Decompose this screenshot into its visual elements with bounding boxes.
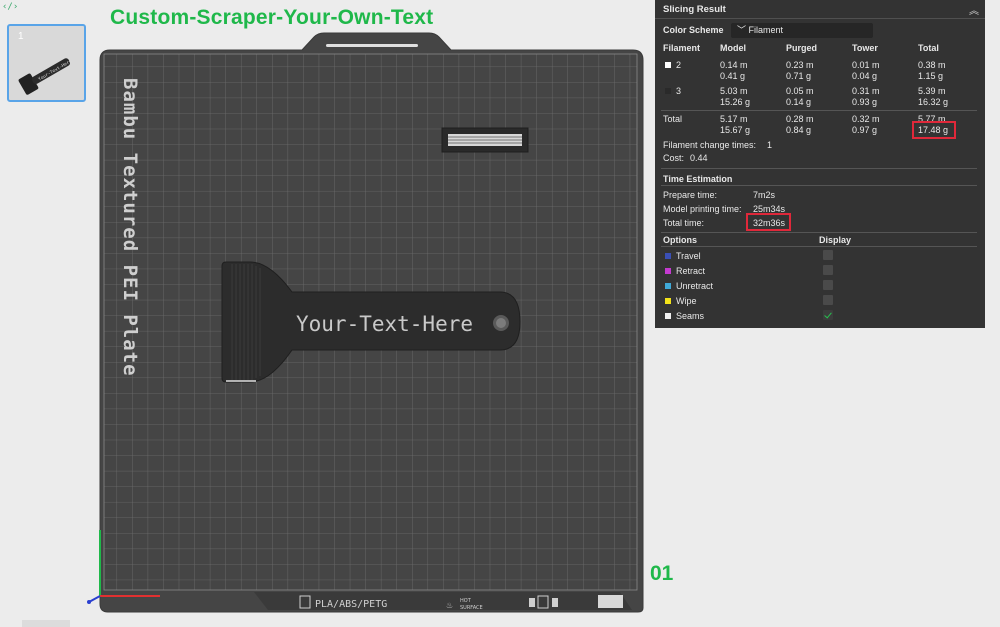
option-wipe-label: Wipe: [676, 296, 697, 306]
cell: 5.03 m: [720, 86, 748, 96]
plate-material-label: PLA/ABS/PETG: [315, 599, 387, 610]
option-unretract-label: Unretract: [676, 281, 714, 291]
bed-name-label: Bambu Textured PEI Plate: [119, 78, 141, 377]
cell: 0.23 m: [786, 60, 814, 70]
retract-swatch: [665, 268, 671, 274]
option-unretract-checkbox[interactable]: [823, 280, 833, 290]
scraper-thumbnail-icon: Your-Text-Here: [18, 58, 73, 95]
cell: 5.17 m: [720, 114, 748, 124]
travel-swatch: [665, 253, 671, 259]
cost-value: 0.44: [690, 153, 708, 163]
filament-2-swatch: [665, 62, 671, 68]
cell: 15.67 g: [720, 125, 751, 135]
seams-swatch: [665, 313, 671, 319]
cell: 0.28 m: [786, 114, 814, 124]
panel-title: Slicing Result: [663, 3, 726, 15]
divider: [661, 246, 977, 247]
option-seams-checkbox[interactable]: [823, 310, 833, 320]
plate-thumbnail[interactable]: 1 Your-Text-Here: [7, 24, 86, 102]
option-retract-label: Retract: [676, 266, 706, 276]
filament-2-id: 2: [676, 60, 682, 70]
display-title: Display: [819, 235, 852, 245]
cell: 0.31 m: [852, 86, 880, 96]
option-travel-label: Travel: [676, 251, 701, 261]
cell: 0.32 m: [852, 114, 880, 124]
cell: 0.14 m: [720, 60, 748, 70]
totals-label: Total: [663, 114, 683, 124]
filament-3-swatch: [665, 88, 671, 94]
cell: 0.05 m: [786, 86, 814, 96]
time-estimation-title: Time Estimation: [663, 174, 733, 184]
header-model: Model: [720, 43, 746, 53]
color-scheme-value: Filament: [748, 25, 784, 35]
hot-label: HOT: [460, 598, 472, 604]
option-seams-label: Seams: [676, 311, 705, 321]
filament-change-label: Filament change times:: [663, 140, 757, 150]
divider: [661, 232, 977, 233]
header-purged: Purged: [786, 43, 818, 53]
slicing-result-panel: Slicing Result ︽ Color Scheme ﹀ Filament…: [655, 0, 985, 328]
warning-icon-1: [529, 598, 535, 607]
wipe-swatch: [665, 298, 671, 304]
total-time-highlight: [746, 213, 791, 231]
color-scheme-label: Color Scheme: [663, 25, 724, 35]
build-plate[interactable]: PLA/ABS/PETG HOT SURFACE ♨ Bambu Texture…: [80, 30, 650, 615]
color-scheme-dropdown[interactable]: ﹀ Filament: [731, 23, 873, 38]
option-wipe-checkbox[interactable]: [823, 295, 833, 305]
cost-label: Cost:: [663, 153, 685, 163]
options-title: Options: [663, 235, 697, 245]
total-time-label: Total time:: [663, 218, 705, 228]
divider: [661, 185, 977, 186]
cell: 0.38 m: [918, 60, 946, 70]
plate-title: Custom-Scraper-Your-Own-Text: [110, 6, 434, 29]
model-time-label: Model printing time:: [663, 204, 742, 214]
option-travel-checkbox[interactable]: [823, 250, 833, 260]
code-toggle-icon[interactable]: ‹/›: [2, 2, 18, 12]
unretract-swatch: [665, 283, 671, 289]
prepare-time-value: 7m2s: [753, 190, 776, 200]
cell: 0.04 g: [852, 71, 878, 81]
option-retract-checkbox[interactable]: [823, 265, 833, 275]
plate-number: 01: [650, 562, 674, 585]
thumbnail-label: Your-Text-Here: [37, 58, 73, 82]
scroll-stub: [22, 620, 70, 627]
model-small-part[interactable]: [441, 127, 529, 153]
color-scheme-row: Color Scheme ﹀ Filament: [663, 23, 873, 38]
divider: [661, 168, 977, 169]
collapse-icon[interactable]: ︽: [969, 2, 979, 17]
cell: 0.97 g: [852, 125, 878, 135]
cell: 0.93 g: [852, 97, 878, 107]
panel-header: Slicing Result ︽: [655, 0, 985, 19]
cell: 1.15 g: [918, 71, 944, 81]
cell: 0.71 g: [786, 71, 812, 81]
header-filament: Filament: [663, 43, 701, 53]
cell: 5.39 m: [918, 86, 946, 96]
prepare-time-label: Prepare time:: [663, 190, 718, 200]
header-total: Total: [918, 43, 939, 53]
cell: 15.26 g: [720, 97, 751, 107]
surface-label: SURFACE: [460, 605, 483, 611]
cell: 16.32 g: [918, 97, 949, 107]
filament-change-value: 1: [767, 140, 773, 150]
chevron-down-icon: ﹀: [737, 25, 749, 35]
cell: 0.14 g: [786, 97, 812, 107]
filament-3-id: 3: [676, 86, 682, 96]
divider: [661, 110, 977, 111]
model-text: Your-Text-Here: [296, 312, 473, 336]
hot-surface-icon: ♨: [446, 601, 453, 610]
cell: 0.84 g: [786, 125, 812, 135]
total-weight-highlight: [912, 121, 956, 139]
cell: 0.41 g: [720, 71, 746, 81]
plate-handle: [326, 44, 418, 47]
warning-icon-3: [552, 598, 558, 607]
header-tower: Tower: [852, 43, 878, 53]
plate-notch: [598, 595, 623, 608]
cell: 0.01 m: [852, 60, 880, 70]
